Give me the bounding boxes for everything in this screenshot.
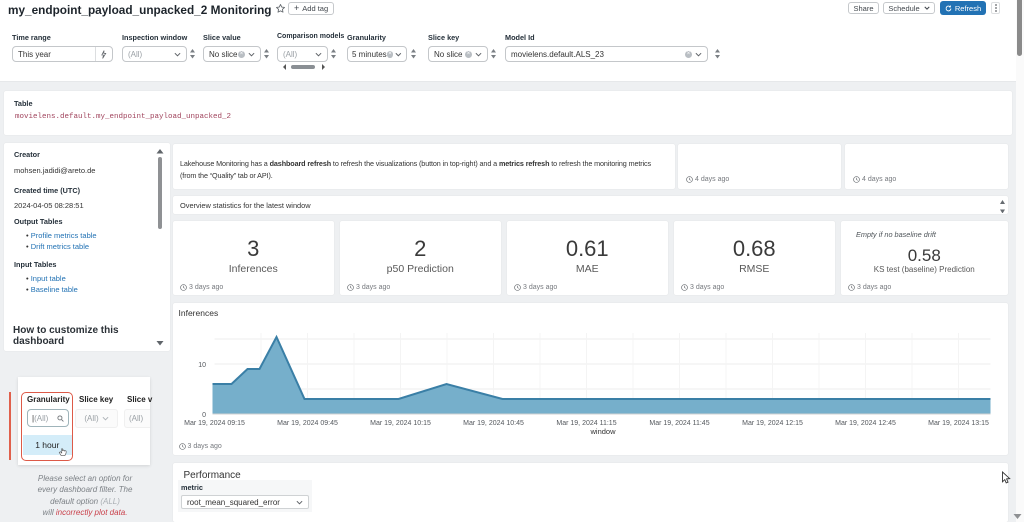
svg-text:Mar 19, 2024 10:45: Mar 19, 2024 10:45 — [463, 420, 524, 427]
svg-text:window: window — [589, 427, 616, 436]
svg-text:Mar 19, 2024 13:15: Mar 19, 2024 13:15 — [928, 420, 989, 427]
svg-text:Mar 19, 2024 09:45: Mar 19, 2024 09:45 — [277, 420, 338, 427]
svg-text:Mar 19, 2024 12:45: Mar 19, 2024 12:45 — [835, 420, 896, 427]
svg-text:Mar 19, 2024 11:15: Mar 19, 2024 11:15 — [556, 420, 616, 427]
svg-text:Mar 19, 2024 09:15: Mar 19, 2024 09:15 — [184, 420, 245, 427]
svg-text:Mar 19, 2024 12:15: Mar 19, 2024 12:15 — [742, 420, 803, 427]
svg-text:Mar 19, 2024 10:15: Mar 19, 2024 10:15 — [370, 420, 431, 427]
svg-text:10: 10 — [198, 362, 206, 369]
svg-text:Mar 19, 2024 11:45: Mar 19, 2024 11:45 — [649, 420, 709, 427]
svg-text:0: 0 — [202, 412, 206, 419]
